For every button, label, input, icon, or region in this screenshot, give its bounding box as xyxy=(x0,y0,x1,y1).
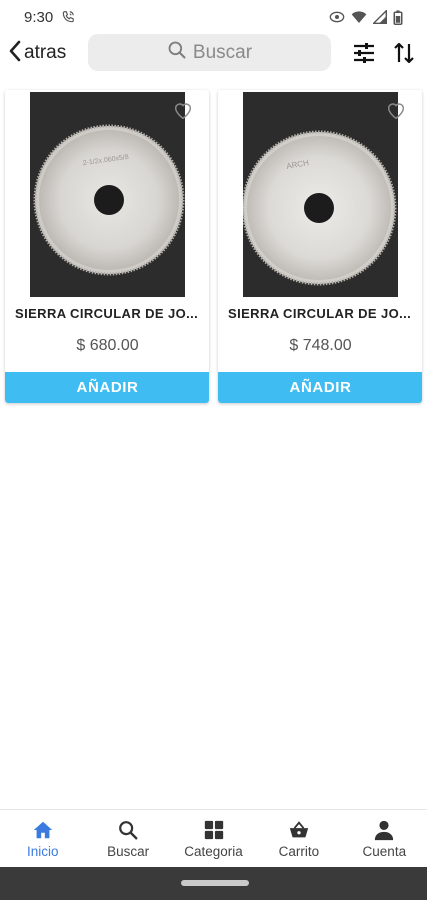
product-price: $ 680.00 xyxy=(76,337,139,354)
home-gesture-pill[interactable] xyxy=(181,880,249,886)
nav-item-cuenta[interactable]: Cuenta xyxy=(342,810,427,867)
nav-label: Categoria xyxy=(184,844,243,859)
add-to-cart-button[interactable]: AÑADIR xyxy=(218,372,422,403)
add-to-cart-button[interactable]: AÑADIR xyxy=(5,372,209,403)
search-icon xyxy=(167,40,187,65)
grid-icon xyxy=(203,819,225,841)
product-card[interactable]: ARCH SIERRA CIRCULAR DE JO... $ 748.00 A… xyxy=(218,90,422,403)
back-button[interactable]: atras xyxy=(8,38,66,68)
nav-item-categoria[interactable]: Categoria xyxy=(171,810,256,867)
wifi-icon xyxy=(351,10,367,24)
system-navigation-bar xyxy=(0,867,427,900)
bottom-navigation: Inicio Buscar Categoria Carrito Cuenta xyxy=(0,809,427,867)
product-card[interactable]: 2-1/2x.060x5/8 SIERRA CIRCULAR DE JO... … xyxy=(5,90,209,403)
favorite-button[interactable] xyxy=(385,99,407,121)
product-image[interactable]: ARCH xyxy=(243,92,398,297)
nav-item-inicio[interactable]: Inicio xyxy=(0,810,85,867)
phone-call-icon xyxy=(61,10,75,24)
eye-icon xyxy=(329,10,345,24)
battery-icon xyxy=(393,9,403,25)
heart-icon xyxy=(385,103,407,125)
basket-icon xyxy=(288,819,310,841)
nav-label: Carrito xyxy=(278,844,320,859)
search-input[interactable]: Buscar xyxy=(88,34,331,71)
sort-icon xyxy=(391,42,417,70)
status-bar: 9:30 xyxy=(0,0,427,34)
heart-icon xyxy=(172,103,194,125)
nav-item-carrito[interactable]: Carrito xyxy=(256,810,341,867)
nav-label: Cuenta xyxy=(362,844,407,859)
search-placeholder: Buscar xyxy=(192,41,253,63)
product-name[interactable]: SIERRA CIRCULAR DE JO... xyxy=(228,306,414,321)
search-icon xyxy=(117,819,139,841)
app-bar: atras Buscar xyxy=(0,34,427,72)
nav-item-buscar[interactable]: Buscar xyxy=(85,810,170,867)
home-icon xyxy=(32,819,54,841)
filter-sliders-icon xyxy=(351,43,377,70)
product-price: $ 748.00 xyxy=(289,337,352,354)
product-grid: 2-1/2x.060x5/8 SIERRA CIRCULAR DE JO... … xyxy=(5,90,422,403)
favorite-button[interactable] xyxy=(172,99,194,121)
filter-button[interactable] xyxy=(351,40,377,66)
status-left: 9:30 xyxy=(24,9,75,26)
sort-button[interactable] xyxy=(391,40,417,66)
product-name[interactable]: SIERRA CIRCULAR DE JO... xyxy=(15,306,201,321)
nav-label: Buscar xyxy=(107,844,150,859)
status-time: 9:30 xyxy=(24,8,54,26)
product-image[interactable]: 2-1/2x.060x5/8 xyxy=(30,92,185,297)
signal-icon xyxy=(373,10,387,24)
status-right xyxy=(329,9,403,25)
back-label: atras xyxy=(24,42,67,63)
user-icon xyxy=(373,819,395,841)
nav-label: Inicio xyxy=(26,844,59,859)
chevron-left-icon xyxy=(8,40,22,67)
